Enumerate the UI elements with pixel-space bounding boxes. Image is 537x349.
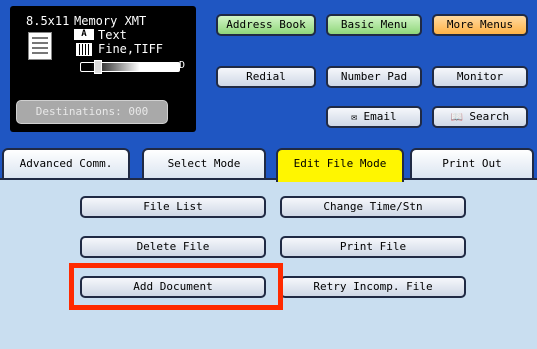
retry-incomplete-file-button[interactable]: Retry Incomp. File — [280, 276, 466, 298]
search-label: Search — [469, 110, 510, 123]
document-icon — [28, 32, 52, 60]
book-icon: 📖 — [450, 112, 464, 123]
envelope-icon: ✉ — [351, 112, 358, 123]
email-button[interactable]: ✉ Email — [326, 106, 422, 128]
search-button[interactable]: 📖 Search — [432, 106, 528, 128]
contrast-slider: D — [74, 60, 186, 74]
original-mode: Text — [98, 28, 127, 42]
highlight-box — [69, 263, 283, 310]
file-list-button[interactable]: File List — [80, 196, 266, 218]
monitor-button[interactable]: Monitor — [432, 66, 528, 88]
tab-advanced-comm[interactable]: Advanced Comm. — [2, 148, 130, 180]
text-mode-icon: A — [74, 29, 94, 40]
more-menus-button[interactable]: More Menus — [432, 14, 528, 36]
destinations-button[interactable]: Destinations: 000 — [16, 100, 168, 124]
print-file-button[interactable]: Print File — [280, 236, 466, 258]
resolution-icon — [76, 43, 92, 56]
slider-dark-label: D — [179, 60, 186, 71]
paper-size: 8.5x11 — [26, 14, 70, 28]
change-time-station-button[interactable]: Change Time/Stn — [280, 196, 466, 218]
redial-button[interactable]: Redial — [216, 66, 316, 88]
memory-mode: Memory XMT — [74, 14, 147, 28]
tab-edit-file-mode[interactable]: Edit File Mode — [276, 148, 404, 182]
delete-file-button[interactable]: Delete File — [80, 236, 266, 258]
tab-select-mode[interactable]: Select Mode — [142, 148, 266, 180]
slider-knob — [94, 60, 102, 74]
tab-print-out[interactable]: Print Out — [410, 148, 534, 180]
basic-menu-button[interactable]: Basic Menu — [326, 14, 422, 36]
email-label: Email — [363, 110, 397, 123]
address-book-button[interactable]: Address Book — [216, 14, 316, 36]
number-pad-button[interactable]: Number Pad — [326, 66, 422, 88]
resolution-label: Fine,TIFF — [98, 42, 164, 56]
